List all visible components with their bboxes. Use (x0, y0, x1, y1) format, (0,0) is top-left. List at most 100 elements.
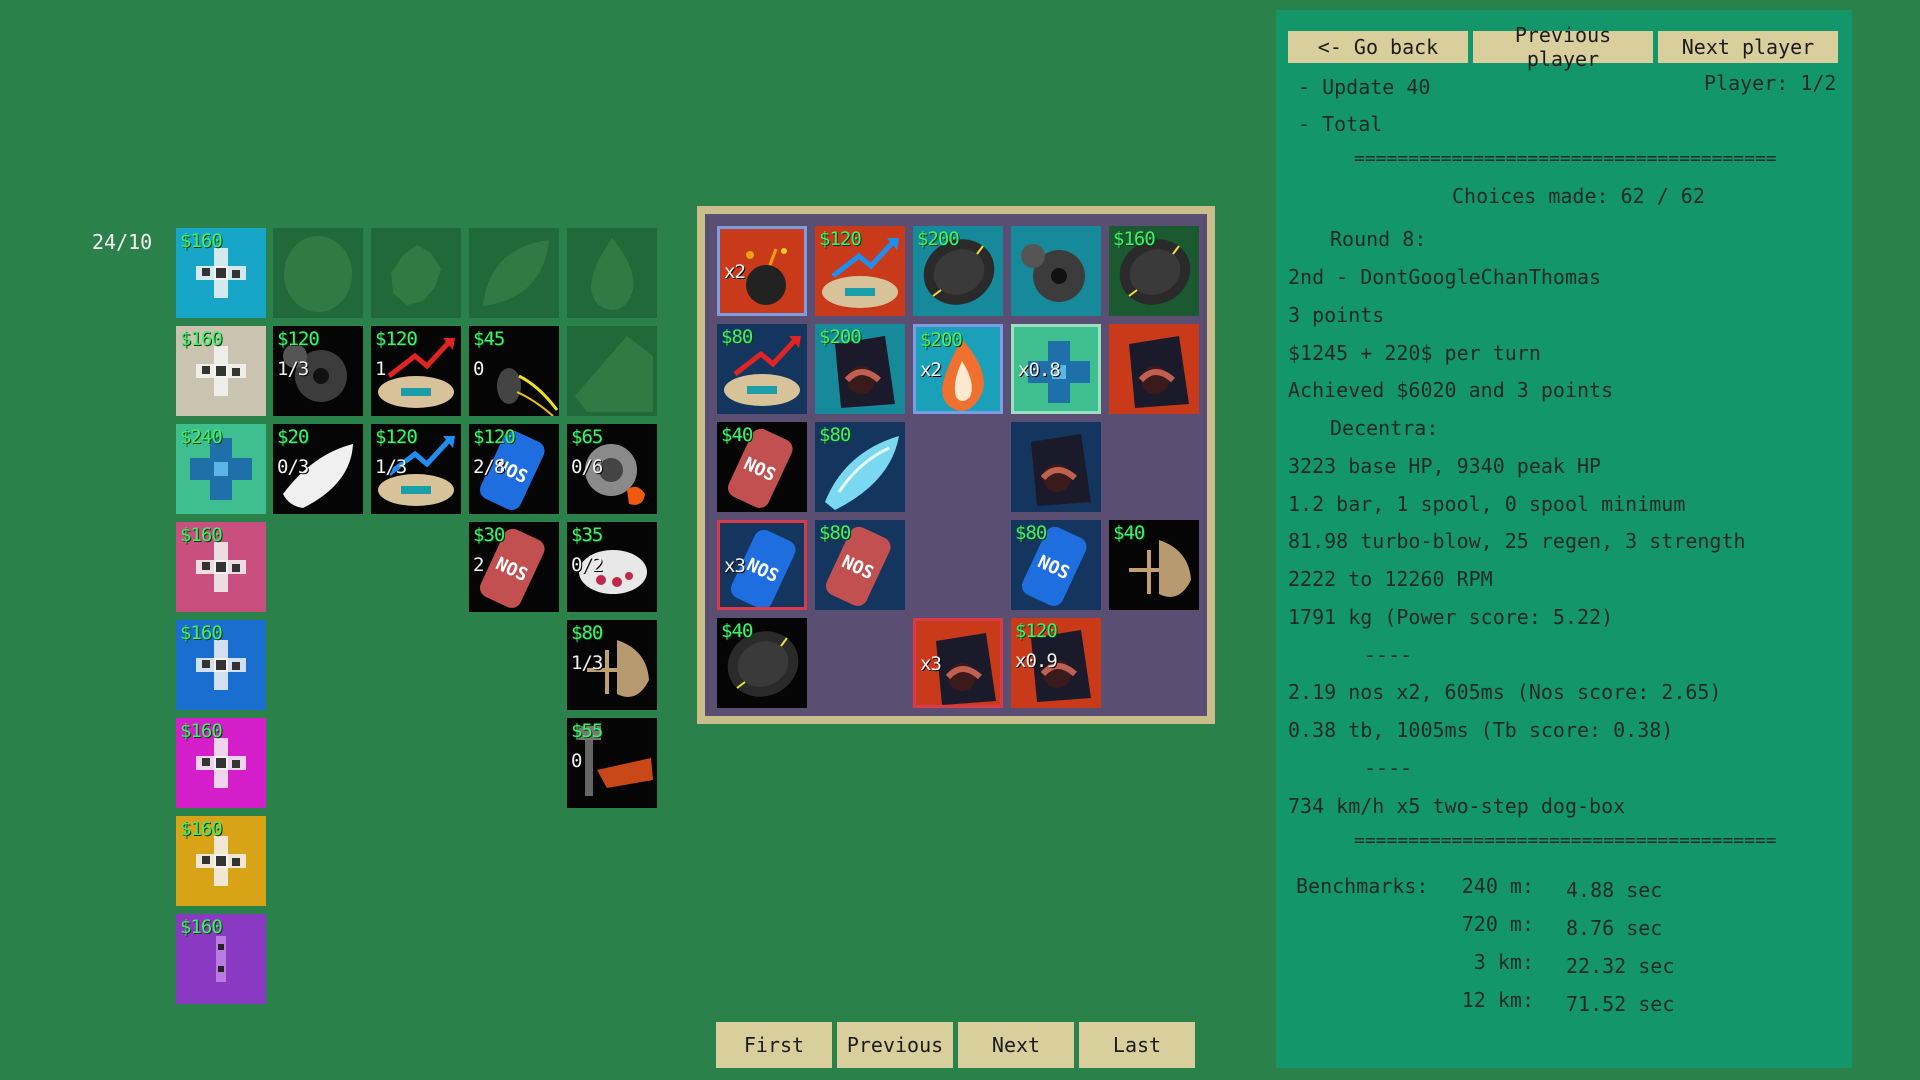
price-label: $35 (571, 524, 603, 546)
board-part[interactable] (1011, 422, 1101, 512)
price-label: $160 (180, 622, 223, 644)
capacity-counter: 24/10 (92, 230, 153, 254)
shape-tile[interactable]: $240 (176, 424, 266, 514)
locked-slot[interactable] (371, 228, 461, 318)
separator-bottom: ======================================= (1354, 830, 1777, 851)
board-part[interactable]: x2 (717, 226, 807, 316)
price-label: $80 (571, 622, 603, 644)
price-label: $40 (721, 424, 753, 446)
price-label: $80 (819, 522, 851, 544)
multiplier-label: x0.8 (1018, 359, 1061, 381)
shop-item[interactable]: NOS $30 2 (469, 522, 559, 612)
board-part[interactable]: $120 x0.9 (1011, 618, 1101, 708)
money: $1245 + 220$ per turn (1288, 341, 1541, 365)
board-part[interactable]: $120 (815, 226, 905, 316)
shop-item[interactable]: $120 1 (371, 326, 461, 416)
locked-slot[interactable] (469, 228, 559, 318)
shop-item[interactable]: $120 1/3 (273, 326, 363, 416)
player-indicator: Player: 1/2 (1704, 71, 1837, 95)
count-label: 2/8 (473, 456, 505, 478)
speed-stats: 734 km/h x5 two-step dog-box (1288, 794, 1626, 818)
price-label: $160 (180, 230, 223, 252)
shop-item[interactable]: $45 0 (469, 326, 559, 416)
shape-tile[interactable]: $160 (176, 914, 266, 1004)
board-part[interactable] (1109, 324, 1199, 414)
price-label: $80 (819, 424, 851, 446)
dash-separator-2: ---- (1364, 756, 1413, 780)
shape-tile[interactable]: $160 (176, 718, 266, 808)
shop-item[interactable]: $65 0/6 (567, 424, 657, 514)
placement: 2nd - DontGoogleChanThomas (1288, 265, 1602, 289)
board-part[interactable]: $200 x2 (913, 324, 1003, 414)
shop-item[interactable]: $55 0 (567, 718, 657, 808)
benchmark-time: 71.52 sec (1566, 992, 1675, 1016)
benchmark-dist: 3 km: (1473, 950, 1534, 974)
shop-item[interactable]: $20 0/3 (273, 424, 363, 514)
board-part[interactable]: $80 (717, 324, 807, 414)
price-label: $120 (375, 426, 418, 448)
shop-item[interactable]: NOS $120 2/8 (469, 424, 559, 514)
go-back-button[interactable]: <- Go back (1288, 31, 1468, 63)
next-button[interactable]: Next (958, 1022, 1074, 1068)
price-label: $120 (819, 228, 862, 250)
board-part[interactable]: x3 (913, 618, 1003, 708)
price-label: $160 (1113, 228, 1156, 250)
price-label: $40 (1113, 522, 1145, 544)
round-label: Round 8: (1330, 227, 1427, 251)
multiplier-label: x2 (920, 359, 942, 381)
benchmark-dist: 12 km: (1461, 988, 1534, 1012)
benchmark-time: 22.32 sec (1566, 954, 1675, 978)
locked-slot[interactable] (567, 326, 657, 416)
board-part[interactable]: NOS $80 (815, 520, 905, 610)
shop-item[interactable]: $80 1/3 (567, 620, 657, 710)
previous-button[interactable]: Previous (837, 1022, 953, 1068)
points: 3 points (1288, 303, 1385, 327)
turbo-stats: 81.98 turbo-blow, 25 regen, 3 strength (1288, 529, 1746, 553)
board-part[interactable]: NOS x3 (717, 520, 807, 610)
multiplier-label: x3 (920, 653, 942, 675)
price-label: $200 (819, 326, 862, 348)
shop-item[interactable]: $120 1/3 (371, 424, 461, 514)
board-part[interactable]: x0.8 (1011, 324, 1101, 414)
count-label: 1/3 (375, 456, 407, 478)
dash-separator-1: ---- (1364, 643, 1413, 667)
nos-stats: 2.19 nos x2, 605ms (Nos score: 2.65) (1288, 680, 1722, 704)
board-part[interactable]: $160 (1109, 226, 1199, 316)
player-info-panel: <- Go back Previous player Next player P… (1276, 10, 1852, 1068)
board-part[interactable]: $80 (815, 422, 905, 512)
board-part[interactable] (1011, 226, 1101, 316)
hp-stats: 3223 base HP, 9340 peak HP (1288, 454, 1602, 478)
board-part[interactable]: $200 (913, 226, 1003, 316)
benchmark-dist: 720 m: (1461, 912, 1534, 936)
price-label: $65 (571, 426, 603, 448)
first-button[interactable]: First (716, 1022, 832, 1068)
price-label: $160 (180, 328, 223, 350)
shape-tile[interactable]: $160 (176, 816, 266, 906)
multiplier-label: x0.9 (1015, 650, 1058, 672)
price-label: $45 (473, 328, 505, 350)
locked-slot[interactable] (567, 228, 657, 318)
price-label: $160 (180, 916, 223, 938)
shape-tile[interactable]: $160 (176, 228, 266, 318)
price-label: $30 (473, 524, 505, 546)
price-label: $120 (1015, 620, 1058, 642)
tb-stats: 0.38 tb, 1005ms (Tb score: 0.38) (1288, 718, 1674, 742)
board-part[interactable]: $200 (815, 324, 905, 414)
locked-slot[interactable] (273, 228, 363, 318)
next-player-button[interactable]: Next player (1658, 31, 1838, 63)
board-part[interactable]: NOS $40 (717, 422, 807, 512)
price-label: $55 (571, 720, 603, 742)
previous-player-button[interactable]: Previous player (1473, 23, 1653, 71)
price-label: $40 (721, 620, 753, 642)
shop-item[interactable]: $35 0/2 (567, 522, 657, 612)
board-part[interactable]: NOS $80 (1011, 520, 1101, 610)
board-part[interactable]: $40 (717, 618, 807, 708)
shape-tile[interactable]: $160 (176, 620, 266, 710)
shape-tile[interactable]: $160 (176, 522, 266, 612)
update-line: - Update 40 (1298, 75, 1431, 99)
last-button[interactable]: Last (1079, 1022, 1195, 1068)
board-part[interactable]: $40 (1109, 520, 1199, 610)
count-label: 0/2 (571, 554, 603, 576)
shape-tile[interactable]: $160 (176, 326, 266, 416)
count-label: 1/3 (571, 652, 603, 674)
